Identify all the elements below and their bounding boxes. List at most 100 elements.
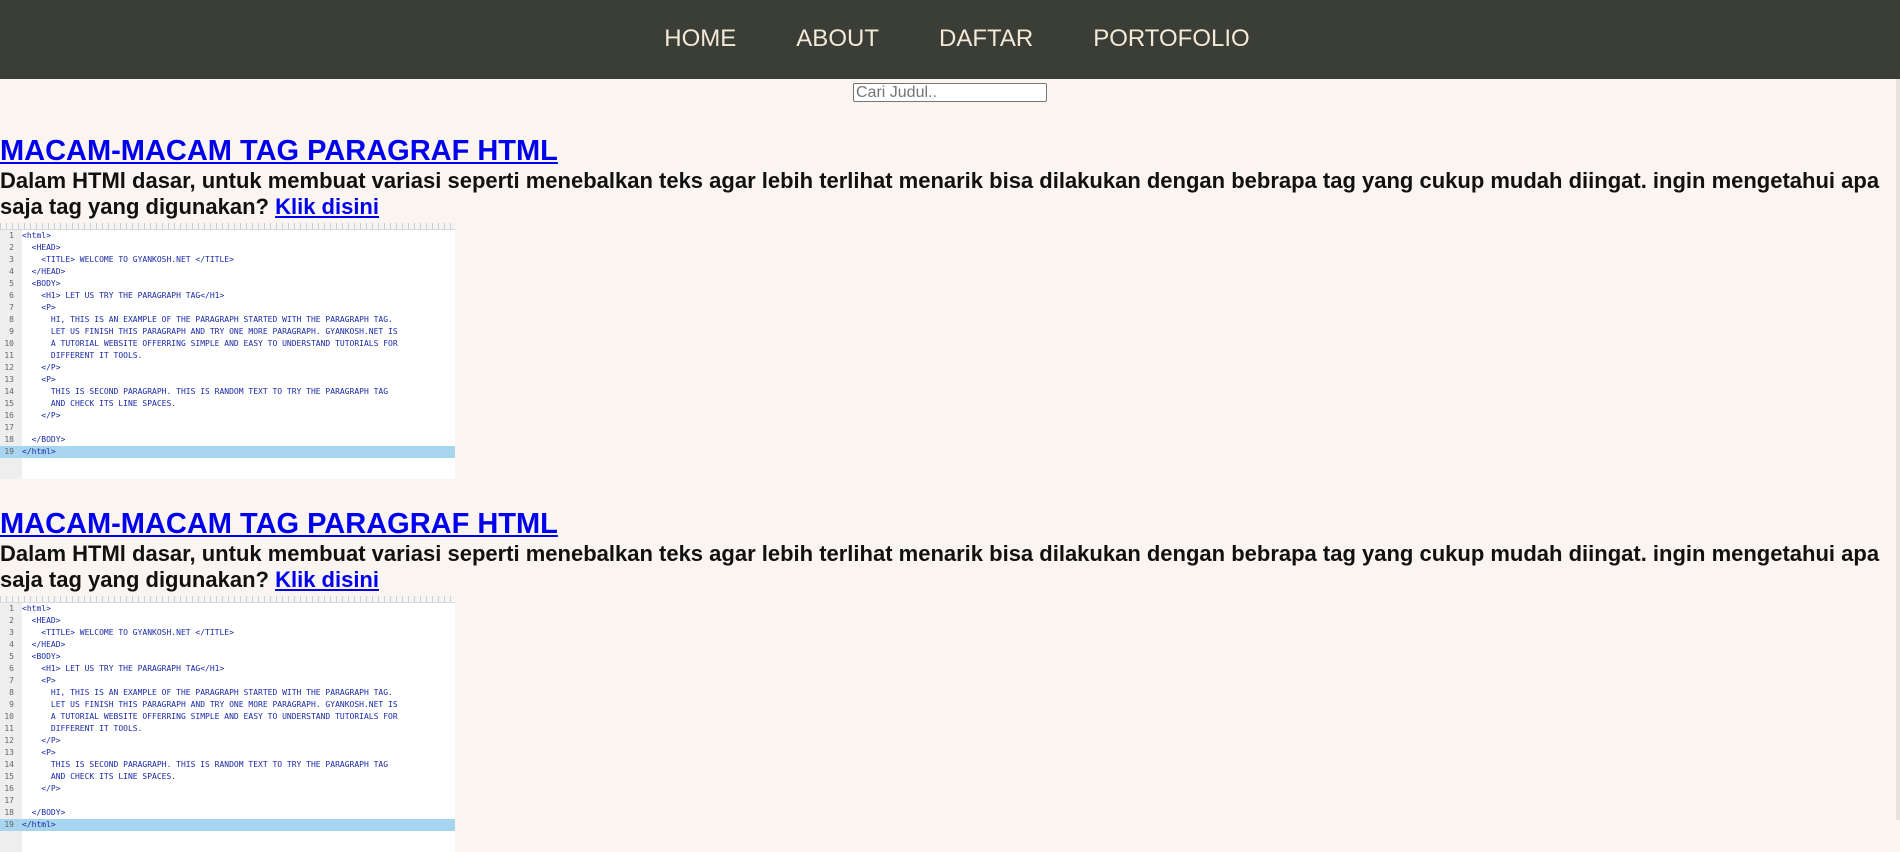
article-card: MACAM-MACAM TAG PARAGRAF HTML Dalam HTMl… [0, 508, 1900, 852]
code-line: 9 LET US FINISH THIS PARAGRAPH AND TRY O… [0, 699, 455, 711]
code-line-number: 1 [9, 231, 14, 240]
code-line-number: 12 [4, 736, 14, 745]
code-line: 7 <P> [0, 302, 455, 314]
code-line-text: <H1> LET US TRY THE PARAGRAPH TAG</H1> [22, 291, 225, 300]
code-line-text: <TITLE> WELCOME TO GYANKOSH.NET </TITLE> [22, 628, 234, 637]
code-line-text: THIS IS SECOND PARAGRAPH. THIS IS RANDOM… [22, 387, 389, 396]
code-line-text: </BODY> [22, 435, 66, 444]
code-line-number: 3 [9, 255, 14, 264]
code-line-text: A TUTORIAL WEBSITE OFFERRING SIMPLE AND … [22, 712, 398, 721]
code-line: 6 <H1> LET US TRY THE PARAGRAPH TAG</H1> [0, 290, 455, 302]
code-line-number: 16 [4, 411, 14, 420]
code-line: 15 AND CHECK ITS LINE SPACES. [0, 771, 455, 783]
code-line-text: </HEAD> [22, 267, 66, 276]
article-description: Dalam HTMl dasar, untuk membuat variasi … [0, 541, 1900, 593]
code-line-number: 6 [9, 664, 14, 673]
code-line: 10 A TUTORIAL WEBSITE OFFERRING SIMPLE A… [0, 711, 455, 723]
code-line-number: 10 [4, 712, 14, 721]
code-line-text: LET US FINISH THIS PARAGRAPH AND TRY ONE… [22, 700, 398, 709]
code-line: 1 <html> [0, 603, 455, 615]
code-line: 9 LET US FINISH THIS PARAGRAPH AND TRY O… [0, 326, 455, 338]
code-line: 5 <BODY> [0, 278, 455, 290]
code-line-number: 10 [4, 339, 14, 348]
code-line-text: <H1> LET US TRY THE PARAGRAPH TAG</H1> [22, 664, 225, 673]
code-line-number: 13 [4, 748, 14, 757]
code-line-number: 8 [9, 688, 14, 697]
page-scrollbar[interactable] [1896, 79, 1900, 820]
code-line-text: LET US FINISH THIS PARAGRAPH AND TRY ONE… [22, 327, 398, 336]
code-line-text: </html> [22, 820, 56, 829]
code-line-text: <BODY> [22, 279, 61, 288]
code-line-number: 2 [9, 616, 14, 625]
code-line: 14 THIS IS SECOND PARAGRAPH. THIS IS RAN… [0, 386, 455, 398]
code-line-number: 4 [9, 640, 14, 649]
code-line-number: 13 [4, 375, 14, 384]
code-line: 10 A TUTORIAL WEBSITE OFFERRING SIMPLE A… [0, 338, 455, 350]
code-line-number: 2 [9, 243, 14, 252]
nav-portofolio-link[interactable]: PORTOFOLIO [1093, 25, 1249, 53]
code-line-number: 19 [4, 447, 14, 456]
article-card: MACAM-MACAM TAG PARAGRAF HTML Dalam HTMl… [0, 135, 1900, 479]
code-line: 16 </P> [0, 410, 455, 422]
code-line-number: 17 [4, 796, 14, 805]
article-read-more-link[interactable]: Klik disini [275, 567, 379, 592]
code-line-text: <P> [22, 748, 56, 757]
article-title-link[interactable]: MACAM-MACAM TAG PARAGRAF HTML [0, 508, 1900, 541]
code-line: 19 </html> [0, 819, 455, 831]
code-screenshot-image: 1 <html> 2 <HEAD> 3 <TITLE> WELCOME TO GYAN… [0, 223, 455, 479]
code-line-text: AND CHECK ITS LINE SPACES. [22, 772, 177, 781]
nav-daftar-link[interactable]: DAFTAR [939, 25, 1033, 53]
code-line-number: 12 [4, 363, 14, 372]
top-navbar: HOME ABOUT DAFTAR PORTOFOLIO [0, 0, 1900, 79]
code-line-number: 1 [9, 604, 14, 613]
article-title-link[interactable]: MACAM-MACAM TAG PARAGRAF HTML [0, 135, 1900, 168]
code-line-number: 9 [9, 327, 14, 336]
code-line: 5 <BODY> [0, 651, 455, 663]
code-line: 7 <P> [0, 675, 455, 687]
code-line: 2 <HEAD> [0, 615, 455, 627]
code-line-number: 3 [9, 628, 14, 637]
article-description: Dalam HTMl dasar, untuk membuat variasi … [0, 168, 1900, 220]
code-line: 8 HI, THIS IS AN EXAMPLE OF THE PARAGRAP… [0, 314, 455, 326]
code-line-number: 5 [9, 652, 14, 661]
code-line-text: </P> [22, 736, 61, 745]
code-line: 18 </BODY> [0, 807, 455, 819]
code-line: 11 DIFFERENT IT TOOLS. [0, 723, 455, 735]
search-bar [0, 80, 1900, 104]
article-read-more-link[interactable]: Klik disini [275, 194, 379, 219]
code-line-text: </P> [22, 411, 61, 420]
code-screenshot-image: 1 <html> 2 <HEAD> 3 <TITLE> WELCOME TO GYAN… [0, 596, 455, 852]
code-line: 17 [0, 795, 455, 807]
code-line-text: <html> [22, 231, 51, 240]
code-line: 16 </P> [0, 783, 455, 795]
code-line: 2 <HEAD> [0, 242, 455, 254]
code-ruler [0, 596, 455, 603]
code-line-number: 4 [9, 267, 14, 276]
code-line-text: </HEAD> [22, 640, 66, 649]
code-line-number: 14 [4, 387, 14, 396]
code-line-number: 7 [9, 303, 14, 312]
code-line-text: <html> [22, 604, 51, 613]
code-line-text: </P> [22, 363, 61, 372]
code-line: 15 AND CHECK ITS LINE SPACES. [0, 398, 455, 410]
code-line: 4 </HEAD> [0, 639, 455, 651]
code-line: 18 </BODY> [0, 434, 455, 446]
code-line-number: 15 [4, 399, 14, 408]
code-line-text: AND CHECK ITS LINE SPACES. [22, 399, 177, 408]
code-line-number: 19 [4, 820, 14, 829]
nav-about-link[interactable]: ABOUT [796, 25, 879, 53]
code-line-number: 9 [9, 700, 14, 709]
search-input[interactable] [853, 83, 1047, 102]
code-line-text: <BODY> [22, 652, 61, 661]
code-line-number: 6 [9, 291, 14, 300]
code-line-text: HI, THIS IS AN EXAMPLE OF THE PARAGRAPH … [22, 315, 393, 324]
nav-home-link[interactable]: HOME [664, 25, 736, 53]
code-line-text: DIFFERENT IT TOOLS. [22, 351, 143, 360]
code-line-number: 16 [4, 784, 14, 793]
code-line-text: </BODY> [22, 808, 66, 817]
code-line: 4 </HEAD> [0, 266, 455, 278]
code-line-number: 14 [4, 760, 14, 769]
code-line-number: 18 [4, 435, 14, 444]
code-line-text: <HEAD> [22, 616, 61, 625]
code-line: 13 <P> [0, 747, 455, 759]
